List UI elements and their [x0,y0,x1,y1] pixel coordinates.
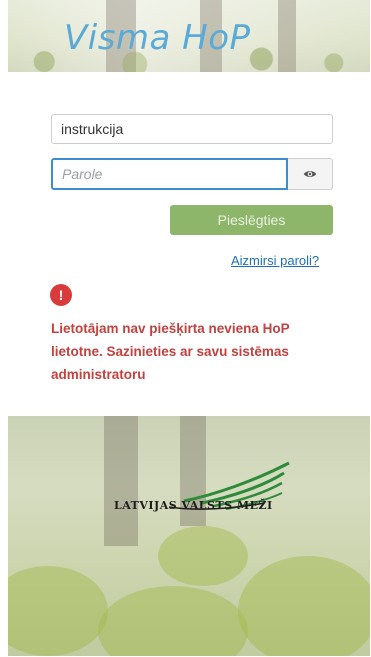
bush [8,566,108,656]
show-password-button[interactable] [288,158,333,190]
bush [98,586,248,656]
footer-forest-image: LATVIJAS VALSTS MEŽI [8,416,370,656]
login-button[interactable]: Pieslēgties [170,205,333,235]
eye-icon [303,171,317,177]
header-banner: Visma HoP [8,0,370,72]
username-input[interactable] [51,114,333,144]
lvm-logo-text: LATVIJAS VALSTS MEŽI [114,499,273,512]
password-input[interactable] [51,158,288,190]
bush [158,526,248,586]
bush [238,556,370,656]
error-message: Lietotājam nav piešķirta neviena HoP lie… [51,321,290,382]
exclamation-icon: ! [50,284,72,306]
forgot-password-link[interactable]: Aizmirsi paroli? [231,253,319,268]
brand-title: Visma HoP [64,18,251,58]
